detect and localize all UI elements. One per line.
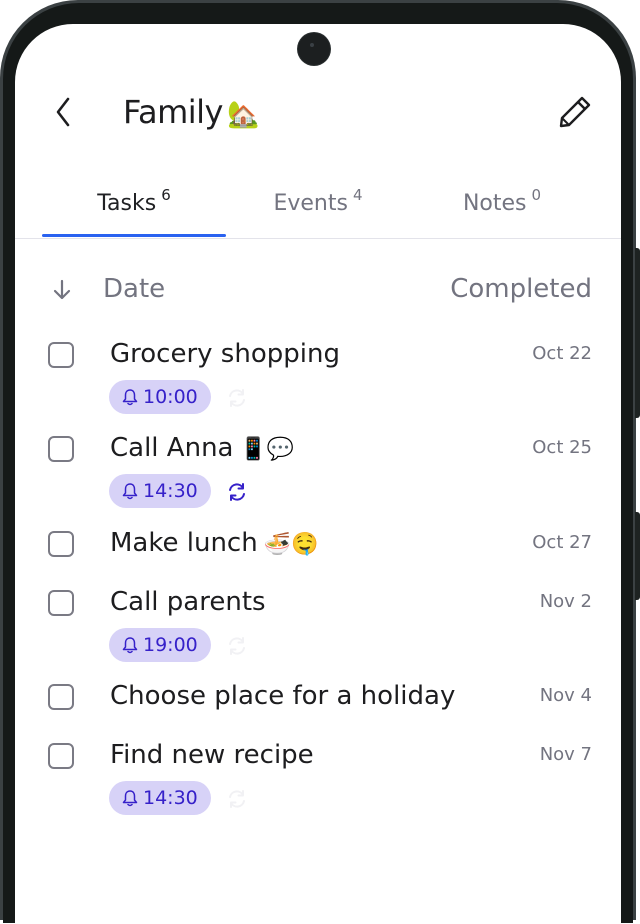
reminder-badge[interactable]: 14:30	[109, 781, 211, 815]
tab-count: 4	[352, 186, 363, 204]
task-emoji: 📱💬	[239, 437, 295, 462]
app-header: Family 🏡	[15, 84, 621, 140]
task-title[interactable]: Grocery shopping	[110, 336, 340, 372]
reminder-time: 14:30	[143, 787, 198, 809]
task-title[interactable]: Make lunch 🍜🤤	[110, 525, 319, 563]
title-text: Family	[123, 93, 223, 131]
phone-frame: Family 🏡 Tasks 6 Events 4 Notes 0 Date C…	[0, 0, 640, 924]
tab-label: Tasks	[97, 190, 157, 216]
tab-events[interactable]: Events 4	[226, 170, 410, 236]
task-title-text: Make lunch	[110, 528, 258, 558]
power-button	[635, 512, 640, 600]
app-screen: Family 🏡 Tasks 6 Events 4 Notes 0 Date C…	[15, 24, 621, 924]
tab-count: 6	[161, 186, 171, 204]
task-title[interactable]: Call Anna 📱💬	[110, 430, 294, 468]
task-emoji: 🍜🤤	[263, 532, 319, 557]
task-date: Oct 25	[532, 437, 592, 458]
task-checkbox[interactable]	[48, 342, 74, 368]
reminder-time: 19:00	[143, 634, 198, 656]
task-title[interactable]: Find new recipe	[110, 737, 314, 773]
completed-toggle[interactable]: Completed	[450, 274, 592, 304]
tab-bar: Tasks 6 Events 4 Notes 0	[15, 170, 621, 238]
tab-count: 0	[531, 186, 542, 204]
sort-by-date[interactable]: Date	[103, 274, 165, 304]
reminder-badge[interactable]: 14:30	[109, 474, 211, 508]
task-date: Nov 4	[539, 685, 592, 706]
repeat-icon[interactable]	[226, 387, 248, 409]
title-emoji: 🏡	[226, 100, 259, 130]
page-title: Family 🏡	[123, 92, 259, 135]
task-date: Nov 7	[539, 744, 592, 765]
volume-button	[635, 248, 640, 418]
pencil-icon	[559, 96, 591, 128]
arrow-down-icon[interactable]	[51, 278, 73, 302]
bell-icon	[122, 790, 138, 807]
task-date: Nov 2	[539, 591, 592, 612]
task-title[interactable]: Call parents	[110, 584, 266, 620]
reminder-time: 14:30	[143, 480, 198, 502]
active-tab-indicator	[42, 234, 226, 237]
task-title[interactable]: Choose place for a holiday	[110, 678, 455, 714]
task-checkbox[interactable]	[48, 590, 74, 616]
reminder-badge[interactable]: 10:00	[109, 380, 211, 414]
bell-icon	[122, 389, 138, 406]
task-title-text: Grocery shopping	[110, 339, 340, 369]
chevron-left-icon	[56, 97, 70, 127]
bell-icon	[122, 637, 138, 654]
task-checkbox[interactable]	[48, 684, 74, 710]
reminder-time: 10:00	[143, 386, 198, 408]
task-title-text: Call parents	[110, 587, 266, 617]
tab-label: Events	[273, 190, 348, 216]
repeat-icon[interactable]	[226, 788, 248, 810]
edit-button[interactable]	[555, 92, 595, 132]
tab-label: Notes	[462, 190, 527, 216]
task-date: Oct 22	[532, 343, 592, 364]
task-checkbox[interactable]	[48, 436, 74, 462]
task-date: Oct 27	[532, 532, 592, 553]
task-title-text: Choose place for a holiday	[110, 681, 456, 711]
task-checkbox[interactable]	[48, 743, 74, 769]
tab-notes[interactable]: Notes 0	[410, 170, 594, 236]
front-camera	[298, 33, 330, 65]
back-button[interactable]	[45, 92, 81, 132]
repeat-icon[interactable]	[226, 635, 248, 657]
task-checkbox[interactable]	[48, 531, 74, 557]
tab-tasks[interactable]: Tasks 6	[42, 170, 226, 236]
repeat-icon[interactable]	[226, 481, 248, 503]
sort-row: Date Completed	[15, 268, 621, 312]
task-title-text: Find new recipe	[110, 740, 314, 770]
bell-icon	[122, 483, 138, 500]
tabs-divider	[15, 238, 621, 239]
task-title-text: Call Anna	[110, 433, 234, 463]
reminder-badge[interactable]: 19:00	[109, 628, 211, 662]
